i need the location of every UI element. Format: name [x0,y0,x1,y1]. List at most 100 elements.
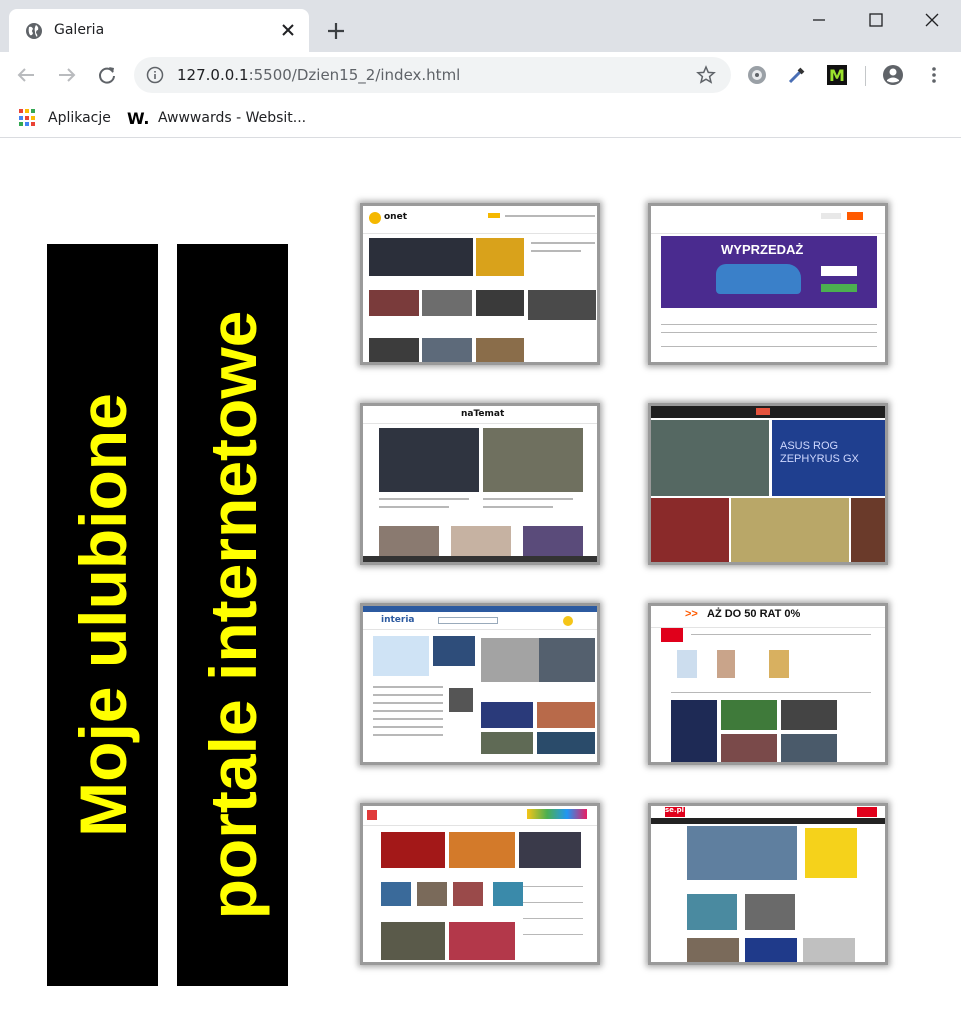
reload-icon[interactable] [96,64,118,86]
thumb-image [369,338,419,362]
thumb-header: >> AŻ DO 50 RAT 0% [651,606,885,628]
thumb-image [781,700,837,730]
thumb-image [449,688,473,712]
thumb-image [451,526,511,556]
url-text: 127.0.0.1:5500/Dzien15_2/index.html [177,66,460,84]
thumb-image [369,290,419,316]
thumb-image [449,922,515,960]
gallery-thumb-tvn[interactable] [360,803,600,965]
maximize-icon[interactable] [866,10,886,30]
thumb-header: se.pl [651,806,885,818]
thumb-image [677,650,697,678]
thumb-nav [488,213,500,218]
bookmark-apps[interactable]: Aplikacje [19,108,111,128]
thumb-image [537,702,595,728]
toolbar-separator [865,66,866,86]
url-host: 127.0.0.1 [177,66,249,84]
thumb-video [528,290,596,320]
tab-galeria[interactable]: Galeria [9,9,309,52]
thumb-image [671,700,717,762]
thumb-header: onet [363,206,597,234]
thumb-image [476,338,524,362]
banner-text: portale internetowe [195,310,270,920]
thumb-image [651,498,729,562]
thumb-image [803,938,855,962]
thumb-ad-text: WYPRZEDAŻ [721,242,804,257]
gallery-thumb-shop[interactable]: WYPRZEDAŻ [648,203,888,365]
thumb-logo: se.pl [665,806,684,814]
thumb-image [481,638,539,682]
thumb-footer [363,556,597,562]
address-bar[interactable]: 127.0.0.1:5500/Dzien15_2/index.html [134,57,731,93]
thumb-header [651,406,885,418]
url-path: :5500/Dzien15_2/index.html [248,66,461,84]
thumb-image [687,938,739,962]
thumb-image [721,700,777,730]
page-content: Moje ulubione portale internetowe onet W… [0,139,961,1029]
thumb-image [481,732,533,754]
tab-strip: Galeria [0,0,961,52]
thumb-ad-arrows: >> [685,608,698,620]
forward-icon[interactable] [56,64,78,86]
profile-avatar-icon[interactable] [882,64,904,86]
thumb-image [379,428,479,492]
thumb-image [745,894,795,930]
thumb-ad-banner: WYPRZEDAŻ [661,236,877,308]
thumb-logo: onet [384,212,407,222]
thumb-image [523,526,583,556]
thumb-image [493,882,523,906]
banner-right: portale internetowe [177,244,288,986]
close-window-icon[interactable] [922,10,942,30]
wp-logo-icon [661,628,683,642]
thumb-image [651,420,769,496]
new-tab-icon[interactable] [325,20,347,42]
thumb-image [851,498,885,562]
m-extension-icon[interactable]: M [826,64,848,86]
minimize-icon[interactable] [809,10,829,30]
thumb-image [717,650,735,678]
gallery-thumb-se[interactable]: se.pl [648,803,888,965]
gallery-thumb-wp[interactable]: >> AŻ DO 50 RAT 0% [648,603,888,765]
thumb-ad-text: ASUS ROG ZEPHYRUS GX [780,440,859,465]
gallery-thumb-onet[interactable]: onet [360,203,600,365]
thumb-image [687,894,737,930]
thumb-image [381,832,445,868]
thumb-nav [651,818,885,824]
close-tab-icon[interactable] [279,21,297,39]
thumb-image [537,732,595,754]
bookmark-awwwards[interactable]: W. Awwwards - Websit... [127,108,306,128]
thumb-logo: naTemat [461,409,505,419]
thumb-image [453,882,483,906]
apps-grid-icon [19,109,37,127]
bookmark-label: Awwwards - Websit... [158,110,307,126]
info-icon[interactable] [146,66,164,84]
thumb-ad-banner: ASUS ROG ZEPHYRUS GX [772,420,885,496]
extension-gear-icon[interactable] [746,64,768,86]
thumb-header: interia [363,612,597,630]
thumb-header [651,206,885,234]
thumb-weather [373,636,429,676]
thumb-image [687,826,797,880]
thumb-image [381,922,445,960]
menu-kebab-icon[interactable] [923,64,945,86]
banner-text: Moje ulubione [65,393,140,837]
thumb-header: naTemat [363,406,597,424]
bookmarks-bar: Aplikacje W. Awwwards - Websit... [0,98,961,138]
thumb-image [483,428,583,492]
thumb-image [769,650,789,678]
thumb-image [721,734,777,762]
eyedropper-icon[interactable] [786,64,808,86]
thumb-ad [805,828,857,878]
thumb-image [519,832,581,868]
bookmark-star-icon[interactable] [696,65,716,85]
back-icon[interactable] [15,64,37,86]
gallery-thumb-interia[interactable]: interia [360,603,600,765]
gallery-thumb-tech[interactable]: ASUS ROG ZEPHYRUS GX [648,403,888,565]
globe-icon [26,23,42,39]
thumb-image [781,734,837,762]
thumb-logo: interia [381,615,415,625]
thumb-image [539,638,595,682]
gallery-thumb-natemat[interactable]: naTemat [360,403,600,565]
thumb-ad-text: AŻ DO 50 RAT 0% [707,608,801,620]
bookmark-label: Aplikacje [48,110,111,126]
